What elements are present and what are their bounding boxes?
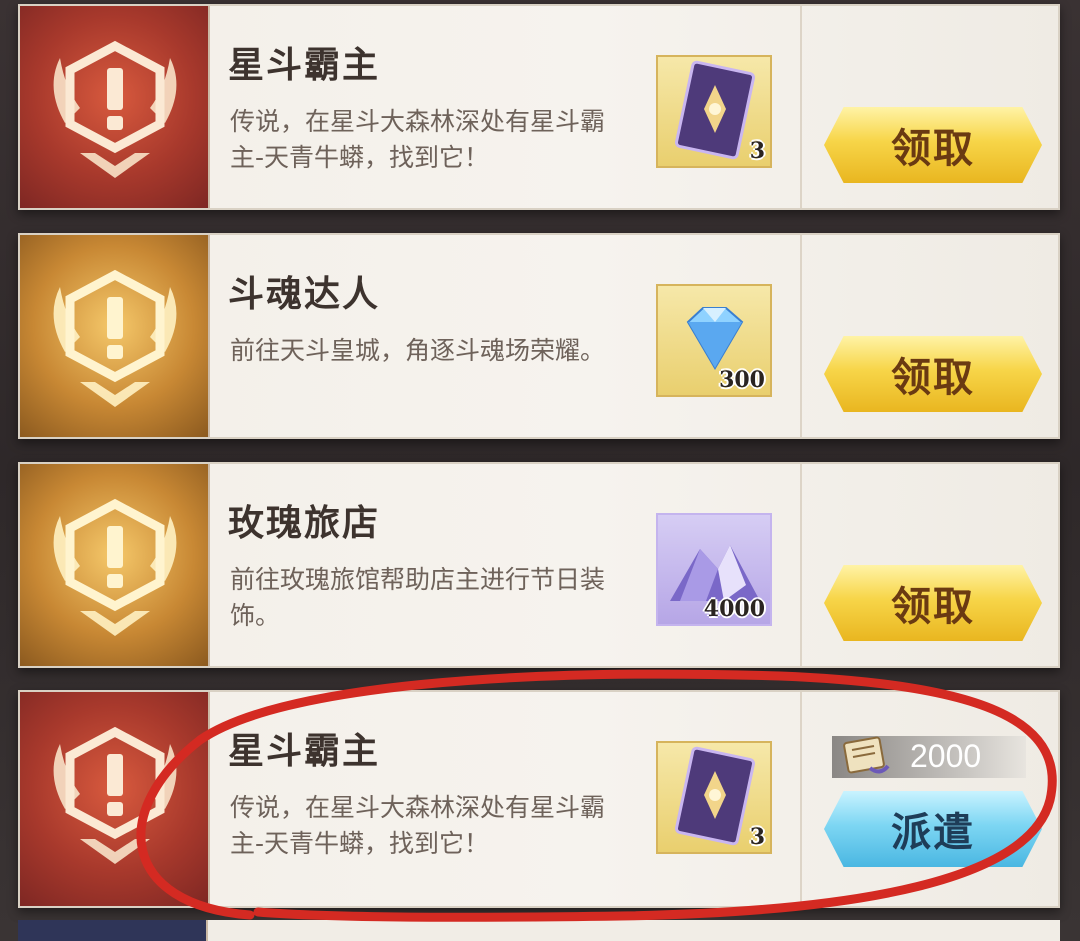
quest-title: 玫瑰旅店 (228, 502, 381, 544)
quest-description: 传说，在星斗大森林深处有星斗霸主-天青牛蟒，找到它！ (230, 107, 606, 172)
quest-badge (18, 920, 208, 941)
divider (800, 6, 802, 208)
quest-description: 前往玫瑰旅馆帮助店主进行节日装饰。 (230, 565, 606, 630)
claim-button[interactable]: 领取 (824, 336, 1042, 412)
quest-badge (20, 692, 210, 906)
laurel-alert-icon (53, 269, 177, 407)
reward-slot[interactable]: 3 (656, 55, 772, 168)
reward-slot[interactable]: 300 (656, 284, 772, 397)
laurel-alert-icon (53, 40, 177, 178)
reward-quantity: 3 (749, 138, 765, 164)
claim-button[interactable]: 领取 (824, 565, 1042, 641)
quest-badge (20, 235, 210, 437)
reward-quantity: 4000 (703, 596, 765, 622)
quest-card: 斗魂达人 前往天斗皇城，角逐斗魂场荣耀。 300 领取 (18, 233, 1060, 439)
quest-badge (20, 464, 210, 666)
quest-title: 星斗霸主 (228, 730, 381, 772)
reward-slot[interactable]: 4000 (656, 513, 772, 626)
scroll-icon (843, 736, 890, 774)
divider (800, 464, 802, 666)
quest-description: 传说，在星斗大森林深处有星斗霸主-天青牛蟒，找到它！ (230, 793, 606, 858)
quest-title: 星斗霸主 (228, 44, 381, 86)
dispatch-button[interactable]: 派遣 (824, 791, 1042, 867)
laurel-alert-icon (53, 726, 177, 864)
quest-card: 玫瑰旅店 前往玫瑰旅馆帮助店主进行节日装饰。 4000 领取 (18, 462, 1060, 668)
reward-slot[interactable]: 3 (656, 741, 772, 854)
quest-badge (20, 6, 210, 208)
quest-card: 星斗霸主 传说，在星斗大森林深处有星斗霸主-天青牛蟒，找到它！ 3 领取 (18, 4, 1060, 210)
reward-quantity: 3 (749, 824, 765, 850)
quest-title: 斗魂达人 (228, 273, 381, 315)
claim-button[interactable]: 领取 (824, 107, 1042, 183)
quest-card-partial (18, 920, 1060, 941)
laurel-alert-icon (53, 498, 177, 636)
quest-card: 星斗霸主 传说，在星斗大森林深处有星斗霸主-天青牛蟒，找到它！ 3 2000 派… (18, 690, 1060, 908)
divider (800, 235, 802, 437)
cost-amount: 2000 (910, 738, 982, 774)
dispatch-cost: 2000 (832, 736, 1026, 778)
quest-description: 前往天斗皇城，角逐斗魂场荣耀。 (230, 336, 606, 365)
divider (800, 692, 802, 906)
reward-quantity: 300 (719, 367, 765, 393)
